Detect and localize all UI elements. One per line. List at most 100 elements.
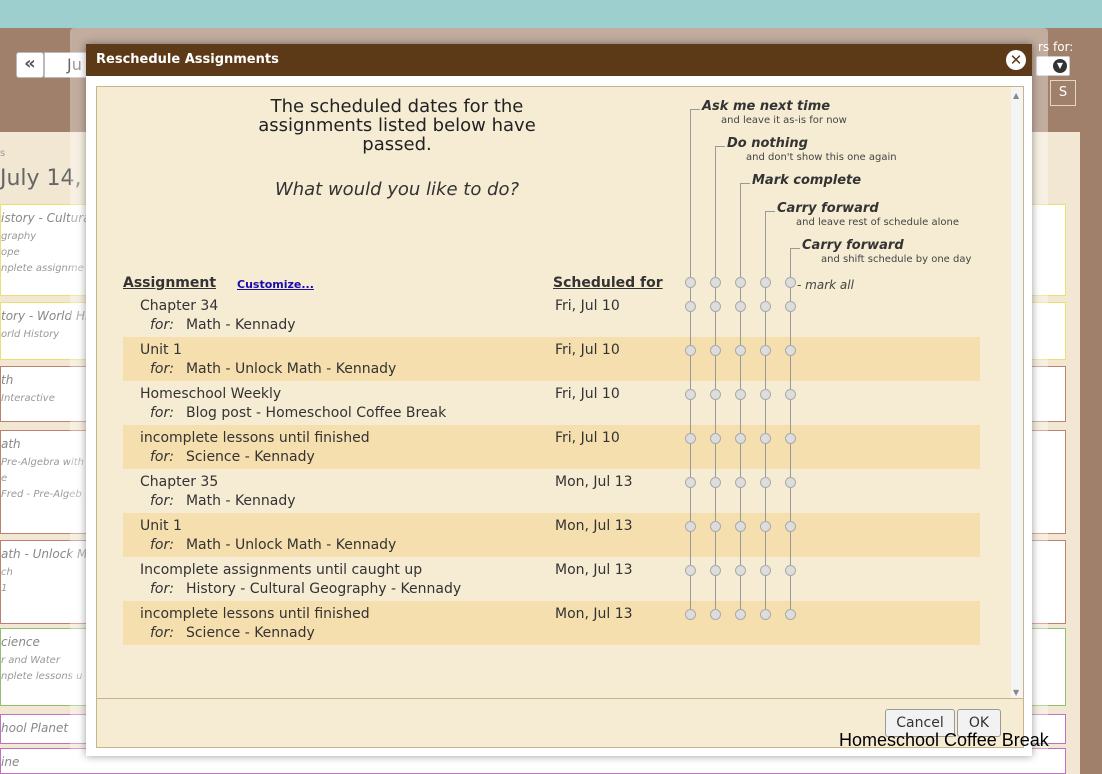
assignment-row: Unit 1 for: Math - Unlock Math - Kennady Fr… — [123, 337, 980, 381]
mark-all-radio[interactable] — [785, 277, 796, 288]
option-radio[interactable] — [710, 521, 721, 532]
option-connector-tick — [715, 146, 725, 147]
option-radio[interactable] — [710, 301, 721, 312]
bg-small-text: s — [0, 148, 6, 159]
scroll-up-icon[interactable]: ▲ — [1013, 91, 1019, 100]
option-radio[interactable] — [685, 521, 696, 532]
option-radio[interactable] — [735, 565, 746, 576]
for-label: for: — [150, 625, 174, 641]
option-radio[interactable] — [760, 345, 771, 356]
watermark-text: Homeschool Coffee Break — [839, 730, 1049, 750]
question-text: What would you like to do? — [274, 179, 520, 200]
assignment-course: Math - Kennady — [185, 317, 296, 333]
option-radio[interactable] — [685, 477, 696, 488]
option-radio[interactable] — [785, 609, 796, 620]
option-radio[interactable] — [710, 477, 721, 488]
option-connector-line — [715, 146, 716, 615]
assignment-row: Chapter 35 for: Math - Kennady Mon, Jul 13 — [123, 469, 980, 513]
mark-all-radio[interactable] — [735, 277, 746, 288]
option-radio[interactable] — [785, 345, 796, 356]
option-radio[interactable] — [735, 521, 746, 532]
option-title: Ask me next time — [702, 99, 831, 114]
option-radio[interactable] — [735, 389, 746, 400]
option-radio[interactable] — [710, 609, 721, 620]
option-radio[interactable] — [710, 433, 721, 444]
scheduled-for-header: Scheduled for — [553, 275, 663, 291]
card-title: cience — [1, 635, 40, 649]
option-connector-tick — [740, 183, 750, 184]
option-radio[interactable] — [785, 477, 796, 488]
assignment-course: Math - Unlock Math - Kennady — [185, 537, 397, 553]
option-radio[interactable] — [785, 301, 796, 312]
option-radio[interactable] — [785, 521, 796, 532]
option-radio[interactable] — [735, 433, 746, 444]
option-radio[interactable] — [735, 301, 746, 312]
option-radio[interactable] — [785, 565, 796, 576]
scheduled-date: Mon, Jul 13 — [555, 474, 633, 490]
assignment-for: for: Math - Unlock Math - Kennady — [140, 537, 396, 553]
option-radio[interactable] — [735, 477, 746, 488]
assignment-for: for: Math - Kennady — [140, 493, 296, 509]
assignment-for: for: Science - Kennady — [140, 625, 315, 641]
mark-all-radio[interactable] — [760, 277, 771, 288]
option-radio[interactable] — [760, 565, 771, 576]
assignment-row: incomplete lessons until finished for: Sci… — [123, 425, 980, 469]
option-radio[interactable] — [760, 477, 771, 488]
option-radio[interactable] — [760, 433, 771, 444]
for-label: for: — [150, 449, 174, 465]
scheduled-date: Mon, Jul 13 — [555, 518, 633, 534]
assignment-row: Unit 1 for: Math - Unlock Math - Kennady Mo… — [123, 513, 980, 557]
option-radio[interactable] — [710, 565, 721, 576]
assignment-course: Science - Kennady — [185, 449, 315, 465]
mark-all-radio[interactable] — [685, 277, 696, 288]
card-line: ch — [1, 567, 13, 578]
for-label: for: — [150, 537, 174, 553]
for-label: for: — [150, 405, 174, 421]
mark-all-label: - mark all — [797, 278, 854, 292]
assignment-name: Unit 1 — [140, 342, 182, 358]
option-radio[interactable] — [710, 389, 721, 400]
scheduled-date: Mon, Jul 13 — [555, 606, 633, 622]
chevron-down-icon: ▼ — [1053, 59, 1067, 73]
assignment-for: for: History - Cultural Geography - Kenna… — [140, 581, 461, 597]
card-line: graphy — [1, 231, 37, 242]
option-radio[interactable] — [760, 301, 771, 312]
right-strip — [1080, 28, 1102, 774]
option-radio[interactable] — [760, 609, 771, 620]
assignment-course: Math - Kennady — [185, 493, 296, 509]
option-radio[interactable] — [735, 609, 746, 620]
option-radio[interactable] — [710, 345, 721, 356]
card-line: e — [1, 473, 8, 484]
option-radio[interactable] — [685, 433, 696, 444]
option-radio[interactable] — [685, 565, 696, 576]
assignment-course: Math - Unlock Math - Kennady — [185, 361, 397, 377]
assignment-name: incomplete lessons until finished — [140, 430, 370, 446]
scrollbar[interactable]: ▲ ▼ — [1011, 87, 1023, 699]
option-radio[interactable] — [760, 389, 771, 400]
option-radio[interactable] — [760, 521, 771, 532]
assignment-course: Science - Kennady — [185, 625, 315, 641]
option-radio[interactable] — [685, 609, 696, 620]
option-title: Do nothing — [727, 136, 808, 151]
card-title: hool Planet — [1, 721, 69, 735]
s-button[interactable]: S — [1050, 80, 1076, 106]
option-radio[interactable] — [685, 389, 696, 400]
mark-all-radio[interactable] — [710, 277, 721, 288]
assignment-row: incomplete lessons until finished for: Sci… — [123, 601, 980, 645]
close-icon[interactable]: ✕ — [1006, 50, 1026, 70]
customize-link[interactable]: Customize... — [237, 278, 314, 291]
option-radio[interactable] — [785, 433, 796, 444]
scroll-down-icon[interactable]: ▼ — [1013, 688, 1019, 697]
option-subtitle: and shift schedule by one day — [821, 254, 972, 265]
option-radio[interactable] — [685, 301, 696, 312]
for-label: for: — [150, 317, 174, 333]
option-subtitle: and leave rest of schedule alone — [796, 217, 959, 228]
assignment-for: for: Science - Kennady — [140, 449, 315, 465]
prev-button[interactable]: « — [16, 52, 44, 78]
scheduled-date: Fri, Jul 10 — [555, 430, 620, 446]
option-title: Carry forward — [777, 201, 879, 216]
assignment-name: Chapter 35 — [140, 474, 219, 490]
option-radio[interactable] — [785, 389, 796, 400]
option-radio[interactable] — [685, 345, 696, 356]
option-radio[interactable] — [735, 345, 746, 356]
